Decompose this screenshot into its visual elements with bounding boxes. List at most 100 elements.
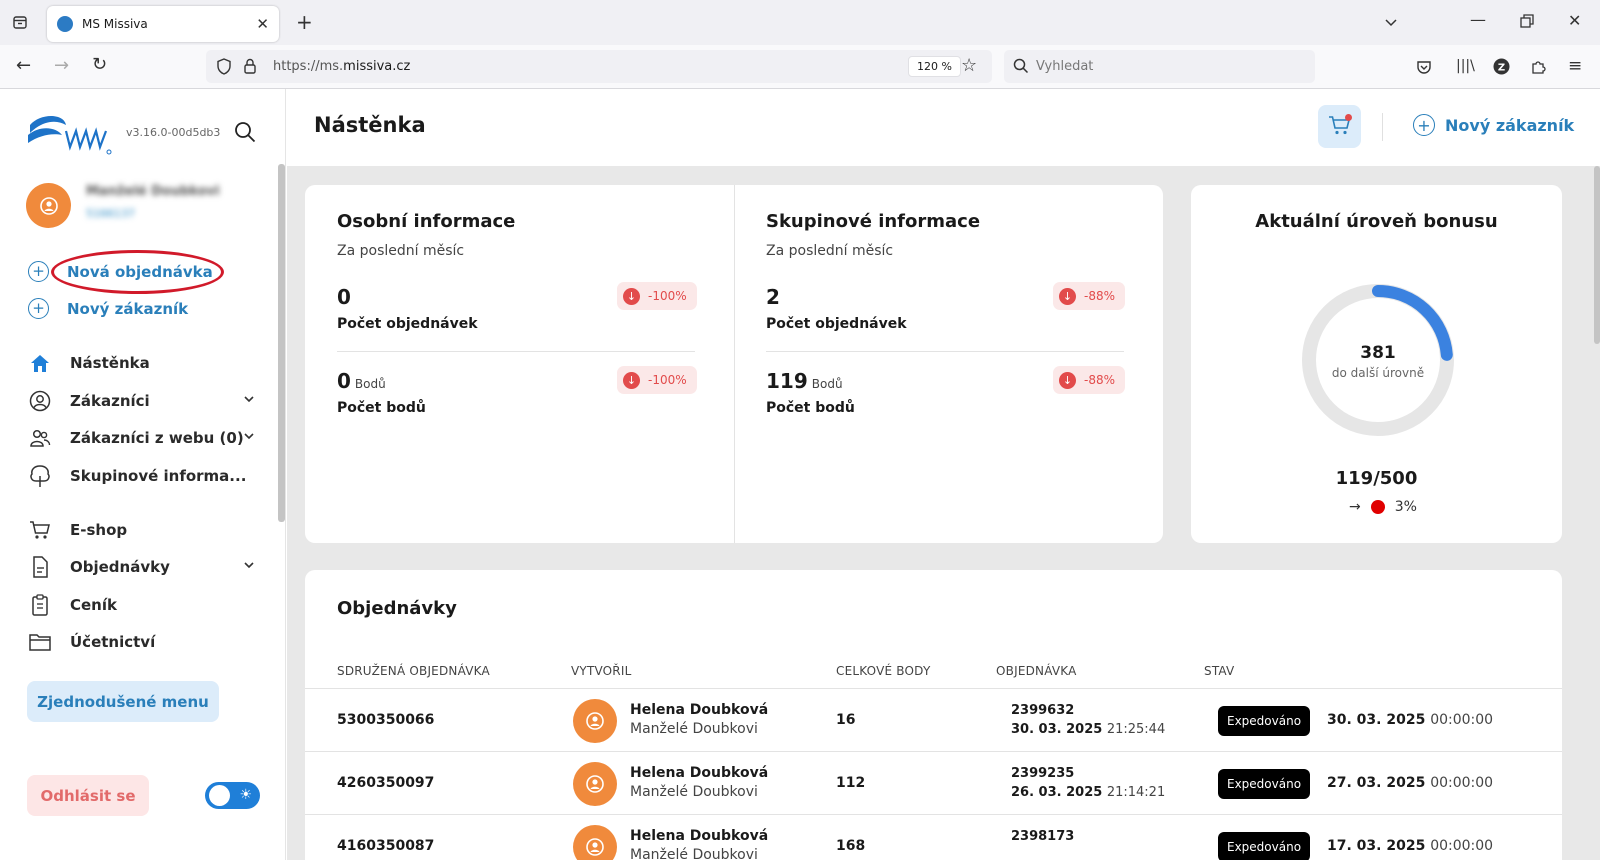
- page-title: Nástěnka: [314, 113, 426, 137]
- sidebar-scrollbar[interactable]: [278, 164, 285, 522]
- url-text: https://ms.missiva.cz: [273, 59, 411, 74]
- group-info-title: Skupinové informace: [766, 211, 981, 232]
- personal-orders-delta: ↓ -100%: [617, 282, 697, 310]
- chevron-down-icon[interactable]: [242, 392, 256, 410]
- arrow-down-icon: ↓: [623, 371, 640, 389]
- sidebar-item-customers[interactable]: Zákazníci: [28, 386, 260, 416]
- sidebar-item-dashboard[interactable]: Nástěnka: [28, 348, 260, 378]
- column-header[interactable]: VYTVOŘIL: [571, 664, 631, 678]
- bonus-remaining-label: do další úrovně: [1331, 366, 1425, 380]
- cart-notification-dot: [1345, 114, 1352, 121]
- group-order-number: 4160350087: [337, 838, 435, 854]
- search-icon[interactable]: [234, 121, 256, 147]
- personal-points-delta: ↓ -100%: [617, 366, 697, 394]
- browser-nav-bar: ← → ↻ https://ms.missiva.cz 120 % ☆ Vyhl…: [0, 45, 1600, 89]
- document-icon: [28, 555, 52, 579]
- sidebar-item-web-customers[interactable]: Zákazníci z webu (0): [28, 423, 260, 453]
- column-header[interactable]: CELKOVÉ BODY: [836, 664, 930, 678]
- table-row[interactable]: 5300350066 Helena Doubková Manželé Doubko…: [305, 689, 1562, 752]
- sidebar-item-eshop[interactable]: E-shop: [28, 515, 260, 545]
- sidebar-item-accounting[interactable]: Účetnictví: [28, 627, 260, 657]
- arrow-down-icon: ↓: [1059, 371, 1076, 389]
- close-window-icon[interactable]: ✕: [1568, 13, 1581, 29]
- total-points: 112: [836, 775, 866, 791]
- main-scrollbar[interactable]: [1594, 166, 1600, 344]
- bonus-ratio: 119/500: [1335, 468, 1418, 489]
- group-info-subtitle: Za poslední měsíc: [766, 243, 894, 259]
- creator: Helena Doubková Manželé Doubkovi: [630, 828, 769, 860]
- close-tab-icon[interactable]: ✕: [256, 15, 269, 33]
- sidebar-item-label: Skupinové informa...: [70, 467, 247, 485]
- header-new-customer-label: Nový zákazník: [1445, 115, 1575, 135]
- reload-icon[interactable]: ↻: [92, 56, 107, 74]
- sidebar-item-group-info[interactable]: Skupinové informa...: [28, 461, 260, 491]
- extensions-icon[interactable]: [1530, 58, 1547, 78]
- status-date: 30. 03. 2025 00:00:00: [1327, 712, 1494, 728]
- back-icon[interactable]: ←: [16, 57, 31, 75]
- theme-toggle[interactable]: ☀: [205, 782, 260, 809]
- address-bar[interactable]: https://ms.missiva.cz 120 % ☆: [206, 50, 992, 83]
- pocket-icon[interactable]: [1416, 59, 1432, 78]
- cart-button[interactable]: [1318, 105, 1361, 148]
- logout-button[interactable]: Odhlásit se: [27, 775, 149, 816]
- simplified-menu-button[interactable]: Zjednodušené menu: [27, 681, 219, 722]
- menu-hamburger-icon[interactable]: ≡: [1568, 58, 1582, 75]
- user-avatar[interactable]: [26, 183, 71, 228]
- sidebar-item-label: Zákazníci z webu (0): [70, 429, 244, 447]
- chevron-down-icon[interactable]: [242, 558, 256, 576]
- group-points-label: Počet bodů: [766, 400, 855, 416]
- header-new-customer-button[interactable]: + Nový zákazník: [1413, 114, 1574, 136]
- shield-icon[interactable]: [216, 58, 232, 78]
- order-info: 2399235 26. 03. 2025 21:14:21: [1011, 766, 1166, 800]
- column-header[interactable]: STAV: [1204, 664, 1234, 678]
- status-date: 27. 03. 2025 00:00:00: [1327, 775, 1494, 791]
- divider: [766, 351, 1124, 352]
- personal-orders-value: 0: [337, 285, 351, 309]
- minimize-window-icon[interactable]: —: [1470, 12, 1486, 28]
- users-icon: [28, 426, 52, 450]
- toggle-knob: [209, 785, 230, 806]
- sidebar-item-label: E-shop: [70, 521, 128, 539]
- avatar: [573, 699, 617, 743]
- tab-list-icon[interactable]: [12, 14, 28, 33]
- bookmark-star-icon[interactable]: ☆: [961, 57, 977, 75]
- orders-title: Objednávky: [337, 598, 457, 619]
- plus-circle-icon: +: [28, 298, 49, 319]
- cart-icon: [28, 518, 52, 542]
- divider: [1382, 113, 1383, 141]
- tab-overflow-chevron-icon[interactable]: [1383, 14, 1399, 33]
- restore-window-icon[interactable]: [1520, 14, 1534, 31]
- sidebar-item-label: Nástěnka: [70, 354, 150, 372]
- user-circle-icon: [28, 389, 52, 413]
- new-customer-button[interactable]: + Nový zákazník: [28, 298, 188, 319]
- new-tab-icon[interactable]: +: [296, 12, 313, 32]
- personal-points-label: Počet bodů: [337, 400, 426, 416]
- browser-tab[interactable]: MS Missiva ✕: [47, 6, 279, 42]
- column-header[interactable]: OBJEDNÁVKA: [996, 664, 1077, 678]
- sidebar-item-price-list[interactable]: Ceník: [28, 590, 260, 620]
- account-icon[interactable]: Z: [1493, 58, 1510, 78]
- library-icon[interactable]: |||\: [1456, 58, 1475, 74]
- missiva-logo[interactable]: [26, 111, 116, 157]
- zoom-level-badge[interactable]: 120 %: [908, 56, 961, 77]
- forward-icon[interactable]: →: [54, 57, 69, 75]
- arrow-down-icon: ↓: [623, 287, 640, 305]
- arrow-down-icon: ↓: [1059, 287, 1076, 305]
- browser-search-input[interactable]: Vyhledat: [1004, 50, 1315, 83]
- column-header[interactable]: SDRUŽENÁ OBJEDNÁVKA: [337, 664, 490, 678]
- table-row[interactable]: 4160350087 Helena Doubková Manželé Doubko…: [305, 815, 1562, 860]
- creator: Helena Doubková Manželé Doubkovi: [630, 765, 769, 800]
- table-row[interactable]: 4260350097 Helena Doubková Manželé Doubko…: [305, 752, 1562, 815]
- search-icon: [1013, 58, 1029, 77]
- lock-icon[interactable]: [243, 58, 257, 77]
- status-badge: Expedováno: [1218, 769, 1311, 799]
- sidebar-item-orders[interactable]: Objednávky: [28, 552, 260, 582]
- avatar: [573, 825, 617, 860]
- personal-info-panel: Osobní informace Za poslední měsíc 0 Poč…: [305, 185, 734, 543]
- chevron-down-icon[interactable]: [242, 429, 256, 447]
- group-orders-value: 2: [766, 285, 780, 309]
- tab-title: MS Missiva: [82, 17, 148, 31]
- folder-icon: [28, 630, 52, 654]
- dashboard-content: Osobní informace Za poslední měsíc 0 Poč…: [287, 166, 1600, 860]
- status-badge: Expedováno: [1218, 706, 1311, 736]
